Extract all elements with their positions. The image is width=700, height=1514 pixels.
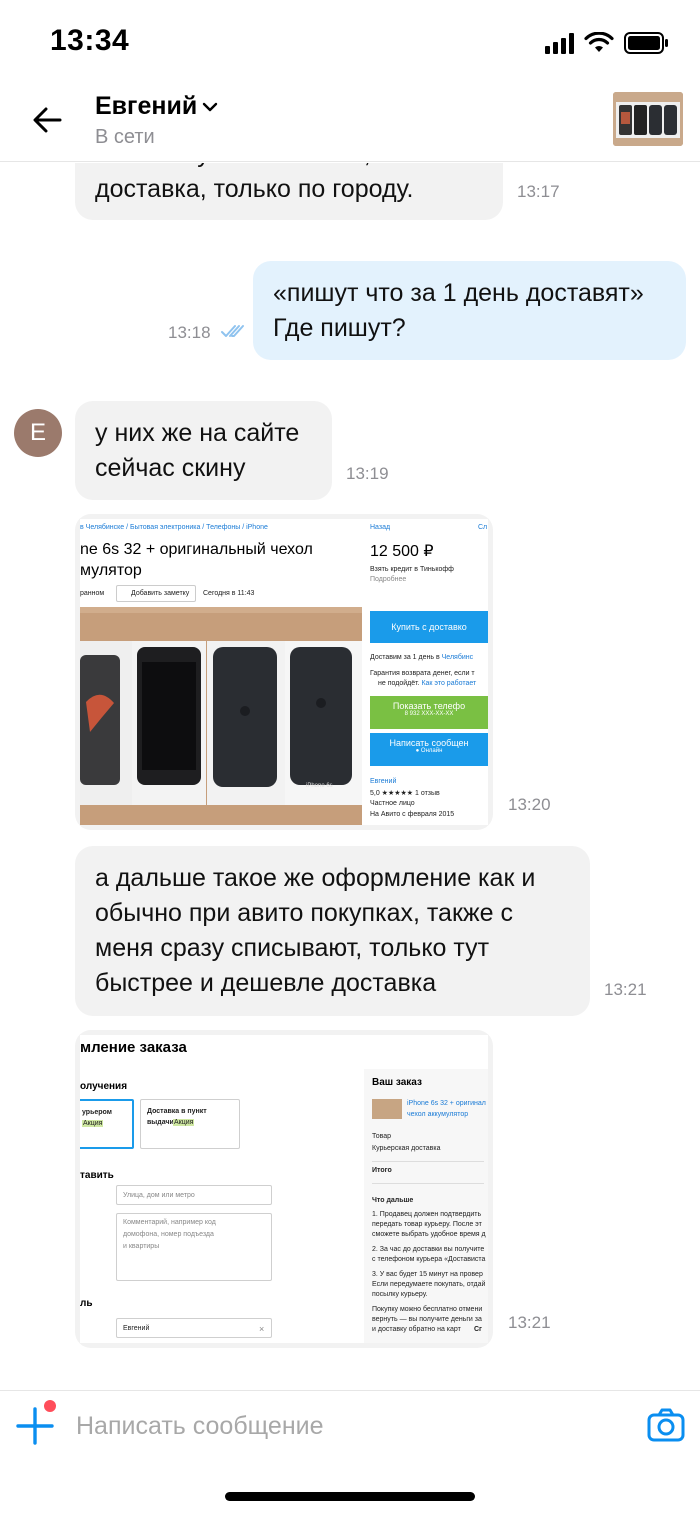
checkout-title: мление заказа (80, 1039, 187, 1056)
read-checkmarks-icon (221, 325, 244, 337)
message-incoming[interactable]: у них же на сайте сейчас скину (75, 401, 332, 500)
message-incoming[interactable]: это всё тут не на авито, ничё доставка, … (75, 163, 503, 220)
courier-option: урьером Акция (80, 1099, 134, 1149)
chevron-down-icon[interactable] (202, 101, 218, 113)
seller-since: На Авито с февраля 2015 (370, 811, 455, 818)
wifi-icon (584, 32, 614, 52)
seller-rating: 5,0 ★★★★★ 1 отзыв (370, 790, 440, 797)
message-outgoing[interactable]: «пишут что за 1 день доставят» Где пишут… (253, 261, 686, 360)
listing-title-cont: мулятор (80, 562, 142, 579)
message-text: а дальше такое же оформление как и обычн… (95, 864, 536, 997)
battery-icon (624, 32, 668, 54)
delivery-note: Доставим за 1 день в Челябинс (370, 654, 474, 661)
listing-date: Сегодня в 11:43 (203, 590, 255, 597)
message-incoming[interactable]: а дальше такое же оформление как и обычн… (75, 846, 590, 1016)
show-phone-button: Показать телефо 8 932 XXX-XX-XX (370, 696, 488, 729)
back-link: Назад (370, 524, 391, 531)
message-time: 13:17 (517, 182, 560, 201)
cellular-signal-icon (545, 32, 574, 54)
seller-type: Частное лицо (370, 800, 415, 807)
status-bar: 13:34 (0, 0, 700, 84)
credit-more: Подробнее (370, 576, 407, 583)
guarantee-note-2: не подойдёт. Как это работает (378, 680, 477, 687)
contact-name[interactable]: Евгений (95, 92, 197, 121)
message-text: у них же на сайте сейчас скину (95, 419, 300, 482)
message-input[interactable] (76, 1405, 616, 1447)
comment-field: Комментарий, например код домофона, номе… (116, 1213, 272, 1281)
message-time: 13:21 (604, 980, 647, 999)
home-indicator[interactable] (225, 1492, 475, 1501)
next-link: Сл (478, 524, 488, 531)
back-arrow-icon[interactable] (28, 100, 68, 140)
message-time: 13:20 (508, 795, 551, 814)
buy-delivery-button: Купить с доставко (370, 611, 488, 643)
credit-offer: Взять кредит в Тинькофф (370, 566, 454, 573)
message-list[interactable]: это всё тут не на авито, ничё доставка, … (0, 163, 700, 1390)
add-note-chip: Добавить заметку (116, 585, 196, 602)
order-summary: Ваш заказ iPhone 6s 32 + оригинал чехол … (364, 1069, 488, 1343)
composer-bar (0, 1390, 700, 1460)
message-image[interactable]: в Челябинске / Бытовая электроника / Тел… (75, 514, 493, 830)
chat-header: Евгений В сети (0, 84, 700, 162)
listing-thumbnail[interactable] (613, 92, 683, 146)
section-receive: олучения (80, 1081, 128, 1092)
listing-price: 12 500 ₽ (370, 543, 434, 560)
message-time: 13:21 (508, 1313, 551, 1332)
status-time: 13:34 (50, 24, 130, 57)
camera-icon[interactable] (646, 1405, 686, 1445)
message-text: «пишут что за 1 день доставят» Где пишут… (273, 279, 644, 342)
listing-screenshot: в Челябинске / Бытовая электроника / Тел… (80, 519, 488, 825)
message-time: 13:19 (346, 464, 389, 483)
breadcrumb: в Челябинске / Бытовая электроника / Тел… (80, 524, 268, 531)
message-time: 13:18 (168, 323, 211, 342)
name-field: Евгений × (116, 1318, 272, 1338)
status-icons (545, 30, 670, 56)
notification-dot (44, 1400, 56, 1412)
avatar[interactable]: Е (14, 409, 62, 457)
listing-photo (80, 607, 362, 825)
guarantee-note: Гарантия возврата денег, если т (370, 670, 475, 677)
photo-phone-label: iPhone 6s (306, 783, 333, 789)
listing-title: ne 6s 32 + оригинальный чехол (80, 541, 313, 558)
message-text: это всё тут не на авито, ничё доставка, … (95, 163, 432, 203)
write-message-button: Написать сообщен ● Онлайн (370, 733, 488, 766)
section-name: ль (80, 1298, 93, 1309)
message-image[interactable]: мление заказа олучения урьером Акция Дос… (75, 1030, 493, 1348)
seller-name: Евгений (370, 778, 397, 785)
favorite-link: ранном (80, 590, 105, 597)
pickup-option: Доставка в пункт выдачи Акция (140, 1099, 240, 1149)
checkout-screenshot: мление заказа олучения урьером Акция Дос… (80, 1035, 488, 1343)
section-deliver: тавить (80, 1170, 114, 1181)
contact-status: В сети (95, 126, 155, 148)
address-field: Улица, дом или метро (116, 1185, 272, 1205)
